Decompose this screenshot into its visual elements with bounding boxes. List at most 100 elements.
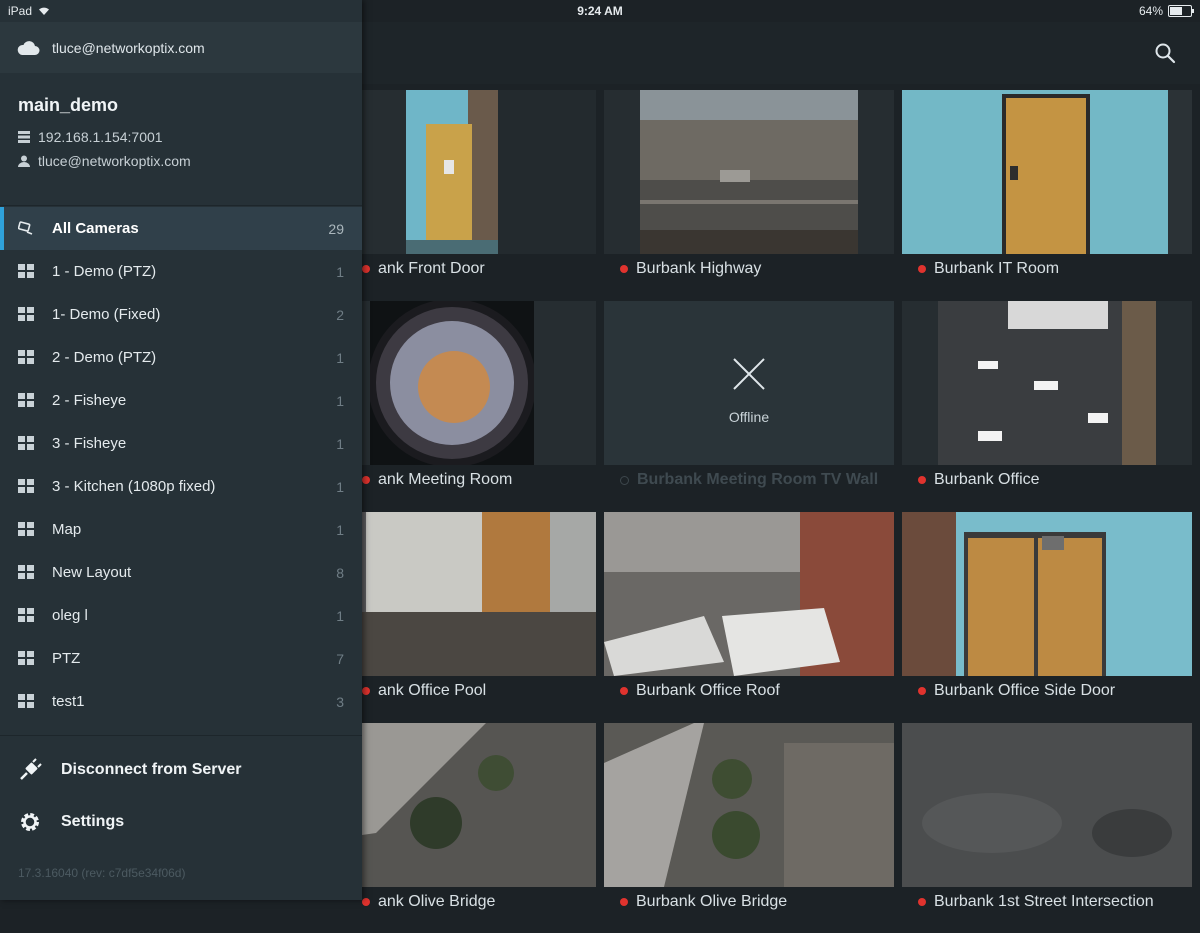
server-user: tluce@networkoptix.com — [18, 153, 191, 169]
layout-grid-icon — [18, 651, 34, 665]
layout-item[interactable]: 3 - Fisheye 1 — [0, 422, 362, 465]
layout-label: 1 - Demo (PTZ) — [52, 263, 157, 280]
layout-count: 1 — [336, 478, 344, 495]
camera-name: Burbank 1st Street Intersection — [918, 893, 1154, 911]
layout-count: 7 — [336, 650, 344, 667]
layout-item[interactable]: 3 - Kitchen (1080p fixed) 1 — [0, 465, 362, 508]
recording-dot — [918, 265, 926, 273]
recording-dot — [362, 687, 370, 695]
main-header — [362, 22, 1200, 84]
layout-grid-icon — [18, 264, 34, 278]
recording-dot — [918, 476, 926, 484]
disconnect-button[interactable]: Disconnect from Server — [18, 758, 242, 782]
recording-dot — [918, 687, 926, 695]
layout-count: 1 — [336, 607, 344, 624]
camera-name: ank Front Door — [362, 260, 485, 278]
camera-tile[interactable]: Offline Burbank Meeting Room TV Wall — [604, 301, 894, 511]
layout-grid-icon — [18, 436, 34, 450]
layout-count: 1 — [336, 263, 344, 280]
layout-count: 29 — [328, 220, 344, 237]
layout-item[interactable]: PTZ 7 — [0, 637, 362, 680]
camera-name: Burbank Office — [918, 471, 1040, 489]
camera-tile[interactable]: Burbank Highway — [604, 90, 894, 300]
camera-tile[interactable]: Burbank Office Roof — [604, 512, 894, 722]
layout-item[interactable]: Map 1 — [0, 508, 362, 551]
camera-tile[interactable]: Burbank Office — [902, 301, 1192, 511]
recording-dot — [620, 898, 628, 906]
recording-dot — [362, 265, 370, 273]
account-email: tluce@networkoptix.com — [52, 39, 205, 56]
layout-count: 1 — [336, 392, 344, 409]
battery-percent: 64% — [1138, 4, 1163, 18]
offline-x-icon — [733, 358, 765, 390]
recording-dot — [362, 476, 370, 484]
camera-thumbnail[interactable] — [902, 90, 1192, 254]
layout-label: Map — [52, 521, 82, 538]
server-name: main_demo — [18, 95, 119, 115]
offline-label: Offline — [728, 409, 770, 425]
camera-name: Burbank Highway — [620, 260, 761, 278]
camera-name: Burbank Olive Bridge — [620, 893, 787, 911]
camera-name: ank Olive Bridge — [362, 893, 495, 911]
status-bar: iPad 9:24 AM 64% — [0, 0, 1200, 22]
camera-name: Burbank IT Room — [918, 260, 1059, 278]
layout-label: New Layout — [52, 564, 132, 581]
search-icon[interactable] — [1154, 42, 1176, 64]
cameras-icon — [18, 221, 33, 235]
camera-thumbnail[interactable] — [604, 512, 894, 676]
layout-grid-icon — [18, 608, 34, 622]
clock: 9:24 AM — [577, 4, 623, 18]
battery-icon — [1168, 5, 1194, 17]
layout-label: 2 - Demo (PTZ) — [52, 349, 157, 366]
camera-name: Burbank Office Side Door — [918, 682, 1115, 700]
camera-tile[interactable]: Burbank 1st Street Intersection — [902, 723, 1192, 933]
camera-thumbnail[interactable] — [902, 723, 1192, 887]
camera-name: ank Meeting Room — [362, 471, 512, 489]
layout-label: oleg l — [52, 607, 88, 624]
recording-dot — [620, 687, 628, 695]
settings-button[interactable]: Settings — [18, 810, 124, 834]
layout-grid-icon — [18, 350, 34, 364]
layout-item[interactable]: New Layout 8 — [0, 551, 362, 594]
camera-thumbnail[interactable] — [604, 723, 894, 887]
divider — [0, 205, 362, 206]
layout-count: 3 — [336, 693, 344, 710]
layout-count: 1 — [336, 349, 344, 366]
camera-thumbnail[interactable] — [902, 512, 1192, 676]
layout-item[interactable]: 2 - Fisheye 1 — [0, 379, 362, 422]
layout-label: 2 - Fisheye — [52, 392, 127, 409]
camera-thumbnail[interactable] — [604, 90, 894, 254]
camera-tile[interactable]: Burbank IT Room — [902, 90, 1192, 300]
camera-thumbnail-offline[interactable]: Offline — [604, 301, 894, 465]
recording-dot — [620, 265, 628, 273]
layout-grid-icon — [18, 522, 34, 536]
camera-tile[interactable]: Burbank Olive Bridge — [604, 723, 894, 933]
layout-label: 3 - Kitchen (1080p fixed) — [52, 478, 216, 495]
layout-item[interactable]: 1- Demo (Fixed) 2 — [0, 293, 362, 336]
layout-label: PTZ — [52, 650, 81, 667]
layout-label: test1 — [52, 693, 85, 710]
layout-item[interactable]: 1 - Demo (PTZ) 1 — [0, 250, 362, 293]
layout-item[interactable]: test1 3 — [0, 680, 362, 723]
layout-grid-icon — [18, 565, 34, 579]
account-bar[interactable]: tluce@networkoptix.com — [0, 22, 362, 73]
server-address: 192.168.1.154:7001 — [18, 129, 163, 145]
server-icon — [18, 131, 30, 143]
user-icon — [18, 155, 30, 167]
camera-name: Burbank Meeting Room TV Wall — [620, 471, 878, 489]
gear-icon — [21, 813, 39, 831]
sidebar: tluce@networkoptix.com main_demo 192.168… — [0, 0, 362, 900]
layout-item-all-cameras[interactable]: All Cameras 29 — [0, 207, 362, 250]
layout-grid-icon — [18, 307, 34, 321]
layout-grid-icon — [18, 479, 34, 493]
layout-count: 1 — [336, 435, 344, 452]
status-dot — [620, 475, 629, 485]
recording-dot — [362, 898, 370, 906]
layout-label: 3 - Fisheye — [52, 435, 127, 452]
cloud-icon — [17, 40, 40, 55]
camera-tile[interactable]: Burbank Office Side Door — [902, 512, 1192, 722]
layout-item[interactable]: 2 - Demo (PTZ) 1 — [0, 336, 362, 379]
camera-thumbnail[interactable] — [902, 301, 1192, 465]
layout-count: 8 — [336, 564, 344, 581]
layout-item[interactable]: oleg l 1 — [0, 594, 362, 637]
